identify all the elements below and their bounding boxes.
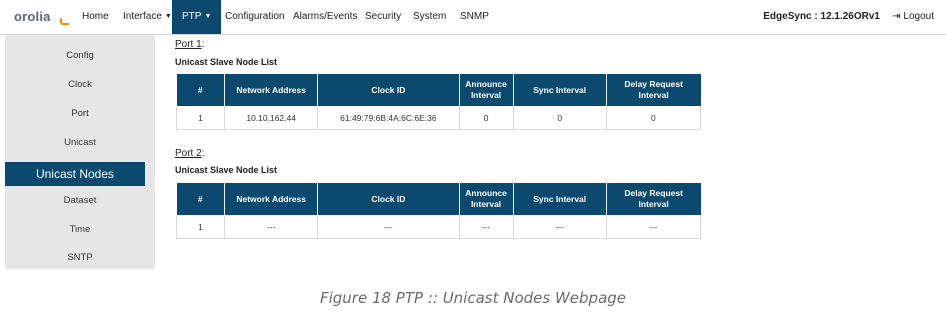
sidebar-item-label: Config	[66, 50, 94, 61]
sidebar-item-label: Clock	[68, 79, 92, 90]
sidebar-item-config[interactable]: Config	[5, 44, 155, 68]
caret-down-icon: ▼	[204, 13, 212, 20]
port-1-heading: Port 1:	[175, 39, 204, 50]
col-header-index: #	[176, 183, 226, 215]
col-header-sync-interval: Sync Interval	[513, 74, 607, 106]
nav-alarms-events[interactable]: Alarms/Events	[293, 0, 357, 34]
logout-link[interactable]: ⇥ Logout	[892, 0, 934, 34]
cell-sync-interval: 0	[513, 106, 607, 130]
nav-configuration[interactable]: Configuration	[225, 0, 284, 34]
table-header-row: # Network Address Clock ID Announce Inte…	[176, 74, 701, 106]
nav-interface-label: Interface	[123, 11, 162, 22]
sidebar-item-port[interactable]: Port	[5, 102, 155, 126]
sidebar-item-time[interactable]: Time	[5, 218, 155, 242]
nav-alarms-events-label: Alarms/Events	[293, 11, 358, 22]
nav-system[interactable]: System	[413, 0, 446, 34]
port-2-node-table: # Network Address Clock ID Announce Inte…	[175, 183, 702, 239]
logo-text: orolia	[14, 9, 51, 24]
sidebar-item-clock[interactable]: Clock	[5, 73, 155, 97]
ptp-sidebar: Config Clock Port Unicast Unicast Nodes …	[5, 35, 155, 269]
cell-index: 1	[175, 106, 226, 130]
col-header-sync-interval: Sync Interval	[513, 183, 607, 215]
nav-home-label: Home	[82, 11, 109, 22]
col-header-clock-id: Clock ID	[317, 183, 460, 215]
nav-configuration-label: Configuration	[225, 11, 285, 22]
port-1-list-title: Unicast Slave Node List	[175, 57, 278, 67]
table-row: 1 --- --- --- --- ---	[175, 215, 702, 239]
sidebar-item-label: Time	[69, 224, 91, 235]
sidebar-item-unicast[interactable]: Unicast	[5, 131, 155, 155]
col-header-announce-interval: Announce Interval	[459, 74, 514, 106]
port-2-list-title: Unicast Slave Node List	[175, 165, 278, 175]
cell-sync-interval: ---	[513, 215, 607, 239]
sidebar-item-label: Unicast	[64, 137, 96, 148]
port-1-label: Port 1	[175, 39, 202, 50]
nav-snmp[interactable]: SNMP	[460, 0, 489, 34]
port-1-node-table: # Network Address Clock ID Announce Inte…	[175, 74, 702, 130]
nav-system-label: System	[413, 11, 447, 22]
port-2-label: Port 2	[175, 148, 202, 159]
table-row: 1 10.10.162.44 61:49:79:6B:4A:6C:6E:36 0…	[175, 106, 702, 130]
cell-delay-request-interval: ---	[606, 215, 702, 239]
nav-security-label: Security	[365, 11, 402, 22]
nav-security[interactable]: Security	[365, 0, 401, 34]
cell-announce-interval: ---	[459, 215, 514, 239]
col-header-network-address: Network Address	[224, 183, 319, 215]
sidebar-item-unicast-nodes[interactable]: Unicast Nodes	[5, 162, 145, 186]
sidebar-item-sntp[interactable]: SNTP	[5, 246, 155, 270]
nav-snmp-label: SNMP	[460, 11, 489, 22]
logout-label: Logout	[903, 11, 934, 22]
orolia-logo[interactable]: orolia	[14, 9, 69, 25]
cell-network-address: 10.10.162.44	[224, 106, 319, 130]
sidebar-item-dataset[interactable]: Dataset	[5, 189, 155, 213]
col-header-delay-request-interval: Delay Request Interval	[606, 183, 701, 215]
figure-caption: Figure 18 PTP :: Unicast Nodes Webpage	[319, 289, 627, 307]
col-header-index: #	[176, 74, 226, 106]
nav-home[interactable]: Home	[82, 0, 109, 34]
sidebar-item-label: SNTP	[67, 252, 93, 263]
sidebar-item-label: Dataset	[63, 195, 97, 206]
nav-interface[interactable]: Interface ▼	[123, 0, 172, 34]
table-header-row: # Network Address Clock ID Announce Inte…	[176, 183, 701, 215]
port-2-suffix: :	[201, 148, 205, 159]
cell-index: 1	[175, 215, 226, 239]
port-2-heading: Port 2:	[175, 148, 204, 159]
sidebar-item-label: Unicast Nodes	[35, 167, 115, 181]
sidebar-item-label: Port	[71, 108, 89, 119]
logout-icon: ⇥	[892, 11, 901, 22]
cell-clock-id: 61:49:79:6B:4A:6C:6E:36	[317, 106, 460, 130]
cell-announce-interval: 0	[459, 106, 514, 130]
device-version-label: EdgeSync : 12.1.26ORv1	[763, 11, 880, 22]
col-header-announce-interval: Announce Interval	[459, 183, 514, 215]
nav-ptp[interactable]: PTP ▼	[172, 0, 222, 34]
cell-network-address: ---	[224, 215, 319, 239]
cell-delay-request-interval: 0	[606, 106, 702, 130]
top-navbar: orolia Home Interface ▼ PTP ▼ Configuratio…	[0, 0, 946, 35]
nav-ptp-label: PTP	[182, 11, 202, 22]
logo-mark-icon	[60, 18, 69, 25]
port-1-suffix: :	[201, 39, 205, 50]
cell-clock-id: ---	[317, 215, 460, 239]
caret-down-icon: ▼	[164, 13, 172, 20]
col-header-delay-request-interval: Delay Request Interval	[606, 74, 701, 106]
col-header-clock-id: Clock ID	[317, 74, 460, 106]
col-header-network-address: Network Address	[224, 74, 319, 106]
